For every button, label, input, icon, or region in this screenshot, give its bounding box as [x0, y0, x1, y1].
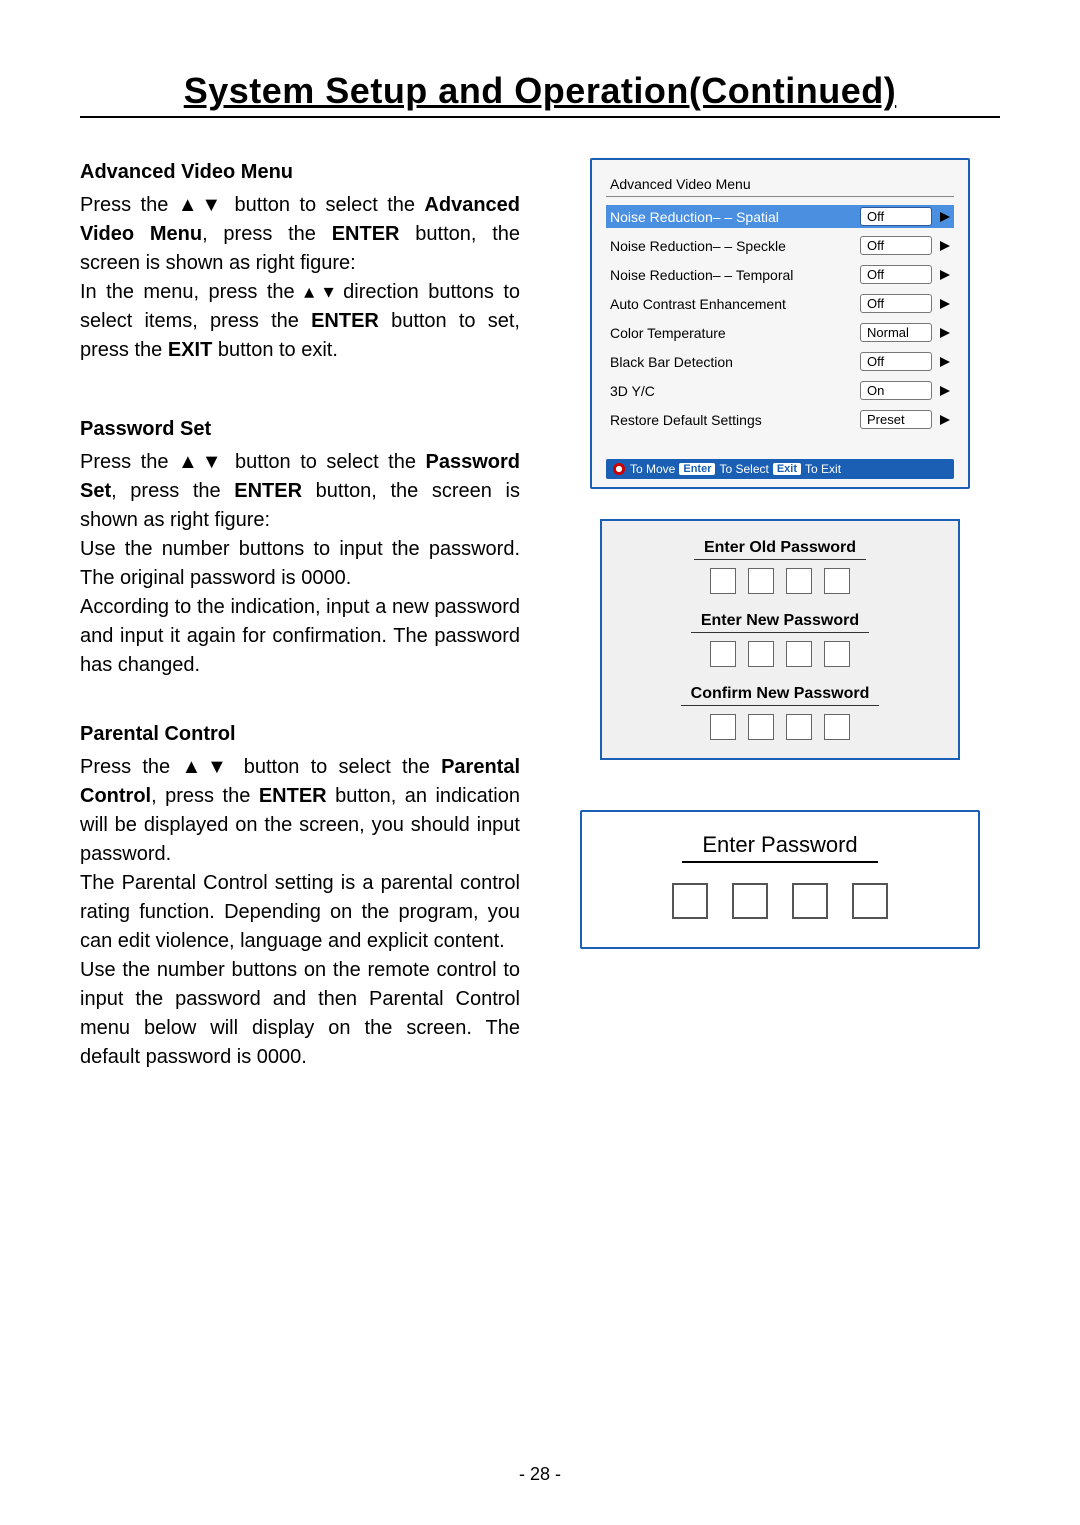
menu-item-value[interactable]: Off: [860, 294, 932, 313]
pw-digit-input[interactable]: [710, 568, 736, 594]
footer-exit: To Exit: [805, 462, 841, 476]
menu-item-value[interactable]: Off: [860, 207, 932, 226]
section-password-set: Password Set Press the ▲▼ button to sele…: [80, 415, 520, 680]
pw-digit-input[interactable]: [748, 641, 774, 667]
new-password-group: Enter New Password: [622, 612, 938, 667]
old-password-boxes: [622, 568, 938, 594]
updown-icon: ▲▼: [178, 451, 226, 473]
menu-item-label: 3D Y/C: [610, 383, 860, 399]
pw-digit-input[interactable]: [786, 568, 812, 594]
para-advanced-video-1: Press the ▲▼ button to select the Advanc…: [80, 191, 520, 278]
page-title: System Setup and Operation(Continued): [80, 70, 1000, 118]
arrow-right-icon[interactable]: [940, 328, 950, 338]
enter-password-boxes: [606, 883, 954, 919]
menu-item-value[interactable]: Off: [860, 236, 932, 255]
pw-digit-input[interactable]: [786, 714, 812, 740]
pw-digit-input[interactable]: [710, 714, 736, 740]
para-password-3: According to the indication, input a new…: [80, 593, 520, 680]
menu-row[interactable]: Noise Reduction– – TemporalOff: [606, 263, 954, 286]
pw-digit-input[interactable]: [852, 883, 888, 919]
menu-item-value[interactable]: On: [860, 381, 932, 400]
old-password-group: Enter Old Password: [622, 539, 938, 594]
arrow-right-icon[interactable]: [940, 357, 950, 367]
updown-icon: ▲▼: [178, 194, 225, 216]
pw-digit-input[interactable]: [748, 568, 774, 594]
enter-password-label: Enter Password: [682, 832, 877, 863]
menu-item-label: Color Temperature: [610, 325, 860, 341]
menu-item-label: Noise Reduction– – Spatial: [610, 209, 860, 225]
arrow-right-icon[interactable]: [940, 241, 950, 251]
old-password-label: Enter Old Password: [694, 539, 866, 560]
pw-digit-input[interactable]: [710, 641, 736, 667]
menu-item-value[interactable]: Off: [860, 265, 932, 284]
arrow-right-icon[interactable]: [940, 212, 950, 222]
para-parental-3: Use the number buttons on the remote con…: [80, 956, 520, 1072]
footer-enter-key: Enter: [679, 463, 715, 475]
heading-advanced-video: Advanced Video Menu: [80, 158, 520, 187]
pw-digit-input[interactable]: [792, 883, 828, 919]
page-number: - 28 -: [0, 1464, 1080, 1485]
menu-row[interactable]: Color TemperatureNormal: [606, 321, 954, 344]
content-columns: Advanced Video Menu Press the ▲▼ button …: [80, 158, 1000, 1108]
para-parental-1: Press the ▲▼ button to select the Parent…: [80, 753, 520, 869]
pw-digit-input[interactable]: [672, 883, 708, 919]
menu-item-label: Noise Reduction– – Temporal: [610, 267, 860, 283]
menu-row[interactable]: Noise Reduction– – SpeckleOff: [606, 234, 954, 257]
new-password-boxes: [622, 641, 938, 667]
pw-digit-input[interactable]: [824, 641, 850, 667]
para-password-1: Press the ▲▼ button to select the Passwo…: [80, 448, 520, 535]
small-updown-icon: ▴ ▾: [304, 281, 334, 303]
menu-row[interactable]: 3D Y/COn: [606, 379, 954, 402]
menu-row[interactable]: Black Bar DetectionOff: [606, 350, 954, 373]
menu-row[interactable]: Noise Reduction– – SpatialOff: [606, 205, 954, 228]
pw-digit-input[interactable]: [786, 641, 812, 667]
right-column: Advanced Video Menu Noise Reduction– – S…: [560, 158, 1000, 1108]
confirm-password-label: Confirm New Password: [681, 685, 880, 706]
section-parental-control: Parental Control Press the ▲▼ button to …: [80, 720, 520, 1072]
password-set-panel: Enter Old Password Enter New Password: [600, 519, 960, 760]
para-password-2: Use the number buttons to input the pass…: [80, 535, 520, 593]
left-column: Advanced Video Menu Press the ▲▼ button …: [80, 158, 520, 1108]
menu-row[interactable]: Restore Default SettingsPreset: [606, 408, 954, 431]
menu-row[interactable]: Auto Contrast EnhancementOff: [606, 292, 954, 315]
menu-item-label: Auto Contrast Enhancement: [610, 296, 860, 312]
menu-panel-title: Advanced Video Menu: [606, 174, 954, 197]
heading-password-set: Password Set: [80, 415, 520, 444]
footer-exit-key: Exit: [773, 463, 801, 475]
section-advanced-video: Advanced Video Menu Press the ▲▼ button …: [80, 158, 520, 365]
page: System Setup and Operation(Continued) Ad…: [0, 0, 1080, 1525]
arrow-right-icon[interactable]: [940, 299, 950, 309]
menu-items-list: Noise Reduction– – SpatialOffNoise Reduc…: [606, 205, 954, 431]
heading-parental-control: Parental Control: [80, 720, 520, 749]
pw-digit-input[interactable]: [732, 883, 768, 919]
footer-move: To Move: [630, 462, 675, 476]
menu-footer-bar: To Move Enter To Select Exit To Exit: [606, 459, 954, 479]
confirm-password-group: Confirm New Password: [622, 685, 938, 740]
para-parental-2: The Parental Control setting is a parent…: [80, 869, 520, 956]
new-password-label: Enter New Password: [691, 612, 869, 633]
enter-password-panel: Enter Password: [580, 810, 980, 949]
updown-icon: ▲▼: [181, 756, 232, 778]
menu-item-label: Black Bar Detection: [610, 354, 860, 370]
para-advanced-video-2: In the menu, press the ▴ ▾ direction but…: [80, 278, 520, 365]
menu-item-value[interactable]: Normal: [860, 323, 932, 342]
arrow-right-icon[interactable]: [940, 386, 950, 396]
menu-item-value[interactable]: Off: [860, 352, 932, 371]
pw-digit-input[interactable]: [824, 714, 850, 740]
pw-digit-input[interactable]: [824, 568, 850, 594]
nav-wheel-icon: [612, 462, 626, 476]
arrow-right-icon[interactable]: [940, 415, 950, 425]
pw-digit-input[interactable]: [748, 714, 774, 740]
menu-item-value[interactable]: Preset: [860, 410, 932, 429]
confirm-password-boxes: [622, 714, 938, 740]
arrow-right-icon[interactable]: [940, 270, 950, 280]
menu-item-label: Noise Reduction– – Speckle: [610, 238, 860, 254]
advanced-video-menu-panel: Advanced Video Menu Noise Reduction– – S…: [590, 158, 970, 489]
footer-select: To Select: [719, 462, 768, 476]
menu-item-label: Restore Default Settings: [610, 412, 860, 428]
